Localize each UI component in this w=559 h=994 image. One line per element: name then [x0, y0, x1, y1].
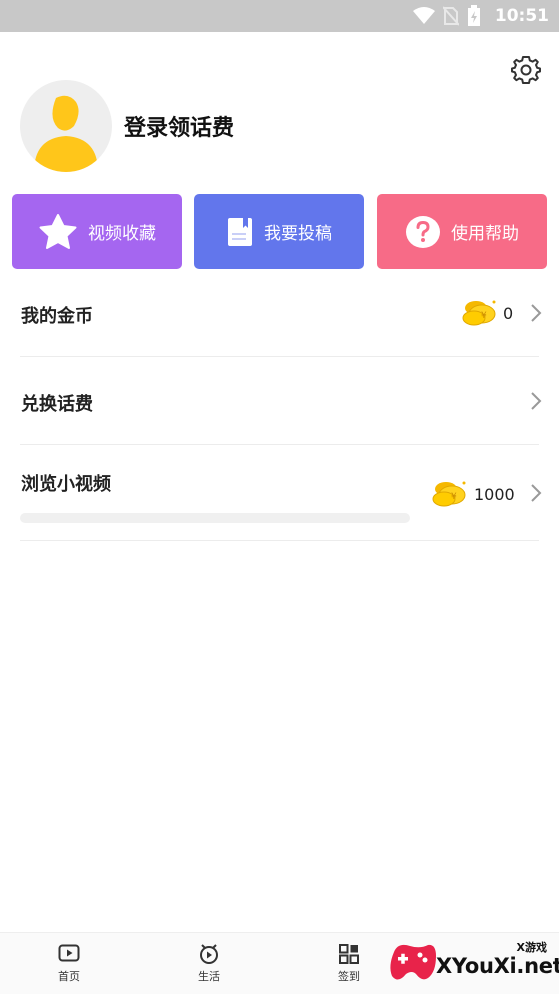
- nav-home-label: 首页: [58, 970, 80, 983]
- my-coins-row[interactable]: 我的金币 ¥ 0: [20, 270, 542, 357]
- gear-icon: [511, 56, 541, 84]
- submit-video-button[interactable]: 我要投稿: [194, 194, 364, 269]
- help-label: 使用帮助: [451, 224, 519, 244]
- browse-reward-coins: 1000: [474, 485, 515, 504]
- my-coins-label: 我的金币: [21, 306, 93, 327]
- play-square-icon: [58, 944, 80, 962]
- no-sim-icon: [442, 6, 459, 26]
- avatar[interactable]: [20, 80, 112, 172]
- video-favorites-label: 视频收藏: [88, 224, 156, 244]
- wifi-icon: [412, 7, 435, 24]
- exchange-credit-label: 兑换话费: [21, 394, 93, 415]
- help-button[interactable]: 使用帮助: [377, 194, 547, 269]
- nav-checkin[interactable]: 签到: [304, 933, 394, 994]
- watermark: X游戏 XYouXi.net: [388, 936, 559, 994]
- nav-checkin-label: 签到: [338, 970, 360, 983]
- chevron-right-icon: [531, 484, 542, 502]
- watermark-subtitle: X游戏: [516, 941, 547, 954]
- document-icon: [228, 217, 252, 246]
- nav-home[interactable]: 首页: [24, 933, 114, 994]
- exchange-credit-row[interactable]: 兑换话费: [20, 357, 542, 445]
- chevron-right-icon: [531, 392, 542, 410]
- star-icon: [39, 213, 77, 249]
- question-icon: [406, 215, 440, 248]
- gamepad-logo-icon: [390, 944, 436, 980]
- status-time: 10:51: [494, 6, 549, 26]
- browse-videos-label: 浏览小视频: [21, 474, 111, 495]
- watermark-text: XYouXi.net: [436, 954, 559, 978]
- login-link[interactable]: 登录领话费: [124, 110, 234, 142]
- battery-icon: [467, 5, 480, 26]
- browse-progress-bar: [20, 513, 410, 523]
- default-user-icon: [34, 95, 98, 172]
- svg-text:¥: ¥: [481, 311, 487, 321]
- nav-life[interactable]: 生活: [164, 933, 254, 994]
- settings-button[interactable]: [511, 54, 541, 84]
- play-circle-icon: [200, 944, 218, 964]
- svg-text:¥: ¥: [451, 492, 457, 502]
- coin-stack-icon: ¥: [462, 300, 496, 326]
- nav-life-label: 生活: [198, 970, 220, 983]
- grid-icon: [339, 944, 359, 964]
- browse-videos-row[interactable]: 浏览小视频 ¥ 1000: [20, 445, 542, 541]
- status-bar: 10:51: [0, 0, 559, 32]
- video-favorites-button[interactable]: 视频收藏: [12, 194, 182, 269]
- chevron-right-icon: [531, 304, 542, 322]
- submit-video-label: 我要投稿: [264, 224, 332, 244]
- coin-stack-icon: ¥: [432, 481, 466, 507]
- coin-balance: 0: [503, 304, 514, 323]
- quick-actions: 视频收藏 我要投稿 使用帮助: [12, 194, 548, 270]
